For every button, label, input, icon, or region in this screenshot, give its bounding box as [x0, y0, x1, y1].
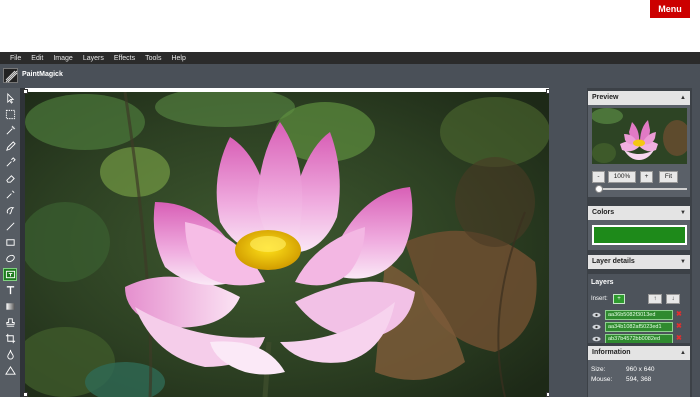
menu-edit[interactable]: Edit: [31, 55, 43, 62]
ellipse-icon[interactable]: [3, 252, 17, 265]
text-frame-icon[interactable]: [3, 268, 17, 281]
colors-panel-header[interactable]: Colors ▼: [588, 206, 690, 220]
zoom-level-field[interactable]: 100%: [608, 171, 636, 183]
menu-layers[interactable]: Layers: [83, 55, 104, 62]
visibility-eye-icon[interactable]: [592, 324, 601, 330]
layers-title: Layers: [591, 279, 614, 286]
mouse-value: 594, 368: [626, 376, 652, 383]
side-scrollbar[interactable]: [692, 88, 700, 397]
delete-layer-icon[interactable]: ✖: [676, 310, 682, 318]
layer-details-title: Layer details: [592, 258, 635, 265]
insert-label: Insert:: [591, 296, 608, 302]
zoom-in-button[interactable]: +: [640, 171, 653, 183]
delete-layer-icon[interactable]: ✖: [676, 322, 682, 330]
pencil-icon[interactable]: [3, 140, 17, 153]
size-value: 960 x 640: [626, 366, 655, 373]
resize-handle-top-left[interactable]: [23, 89, 28, 94]
magic-wand-icon[interactable]: [3, 124, 17, 137]
info-mouse-row: Mouse: 594, 368: [591, 376, 651, 383]
layer-row[interactable]: aa34b1082af5023ed1 ✖: [590, 322, 688, 333]
preview-panel-header[interactable]: Preview ▲: [588, 91, 690, 105]
tool-palette: [0, 88, 20, 397]
image-canvas[interactable]: [25, 92, 549, 397]
information-title: Information: [592, 349, 631, 356]
preview-thumbnail[interactable]: [592, 108, 687, 164]
line-icon[interactable]: [3, 220, 17, 233]
menu-file[interactable]: File: [10, 55, 21, 62]
resize-handle-bottom-left[interactable]: [23, 392, 28, 397]
zoom-out-button[interactable]: -: [592, 171, 605, 183]
marquee-select-icon[interactable]: [3, 108, 17, 121]
rectangle-icon[interactable]: [3, 236, 17, 249]
colors-title: Colors: [592, 209, 615, 216]
gradient-icon[interactable]: [3, 300, 17, 313]
delete-layer-icon[interactable]: ✖: [676, 334, 682, 342]
stamp-icon[interactable]: [3, 316, 17, 329]
lotus-photo: [25, 92, 549, 397]
zoom-fit-button[interactable]: Fit: [659, 171, 678, 183]
preview-title: Preview: [592, 94, 619, 101]
dock-gap: [549, 88, 587, 397]
mouse-label: Mouse:: [591, 376, 613, 383]
menu-image[interactable]: Image: [53, 55, 72, 62]
layer-row[interactable]: ab37b4572bb0082ed ✖: [590, 334, 688, 343]
menu-effects[interactable]: Effects: [114, 55, 135, 62]
water-drop-icon[interactable]: [3, 348, 17, 361]
app-bar: PaintMagick: [0, 64, 700, 88]
visibility-eye-icon[interactable]: [592, 312, 601, 318]
move-layer-up-button[interactable]: ↑: [648, 294, 662, 304]
primary-color-swatch[interactable]: [592, 225, 687, 245]
app-logo-icon: [3, 68, 18, 83]
layer-details-panel-header[interactable]: Layer details ▼: [588, 255, 690, 269]
collapse-up-icon[interactable]: ▲: [680, 346, 686, 360]
eraser-icon[interactable]: [3, 172, 17, 185]
layer-name[interactable]: aa36b5082f3013ed: [605, 310, 673, 320]
triangle-icon[interactable]: [3, 364, 17, 377]
layer-name[interactable]: ab37b4572bb0082ed: [605, 334, 673, 343]
insert-layer-button[interactable]: +: [613, 294, 625, 304]
chevron-down-icon[interactable]: ▼: [680, 206, 686, 220]
menu-button[interactable]: Menu: [650, 0, 690, 18]
layer-name[interactable]: aa34b1082af5023ed1: [605, 322, 673, 332]
magic-brush-icon[interactable]: [3, 188, 17, 201]
menu-help[interactable]: Help: [171, 55, 185, 62]
crop-icon[interactable]: [3, 332, 17, 345]
smudge-icon[interactable]: [3, 204, 17, 217]
zoom-slider-track[interactable]: [595, 188, 687, 190]
layer-row[interactable]: aa36b5082f3013ed ✖: [590, 310, 688, 321]
size-label: Size:: [591, 366, 606, 373]
app-title: PaintMagick: [22, 71, 63, 78]
info-size-row: Size: 960 x 640: [591, 366, 655, 373]
visibility-eye-icon[interactable]: [592, 336, 601, 342]
menubar: File Edit Image Layers Effects Tools Hel…: [0, 52, 700, 64]
collapse-up-icon[interactable]: ▲: [680, 91, 686, 105]
eyedropper-icon[interactable]: [3, 156, 17, 169]
move-layer-down-button[interactable]: ↓: [666, 294, 680, 304]
zoom-slider-handle[interactable]: [595, 185, 603, 193]
site-header: Menu: [0, 0, 700, 52]
menu-tools[interactable]: Tools: [145, 55, 161, 62]
text-icon[interactable]: [3, 284, 17, 297]
pointer-icon[interactable]: [3, 92, 17, 105]
information-panel-header[interactable]: Information ▲: [588, 346, 690, 360]
chevron-down-icon[interactable]: ▼: [680, 255, 686, 269]
